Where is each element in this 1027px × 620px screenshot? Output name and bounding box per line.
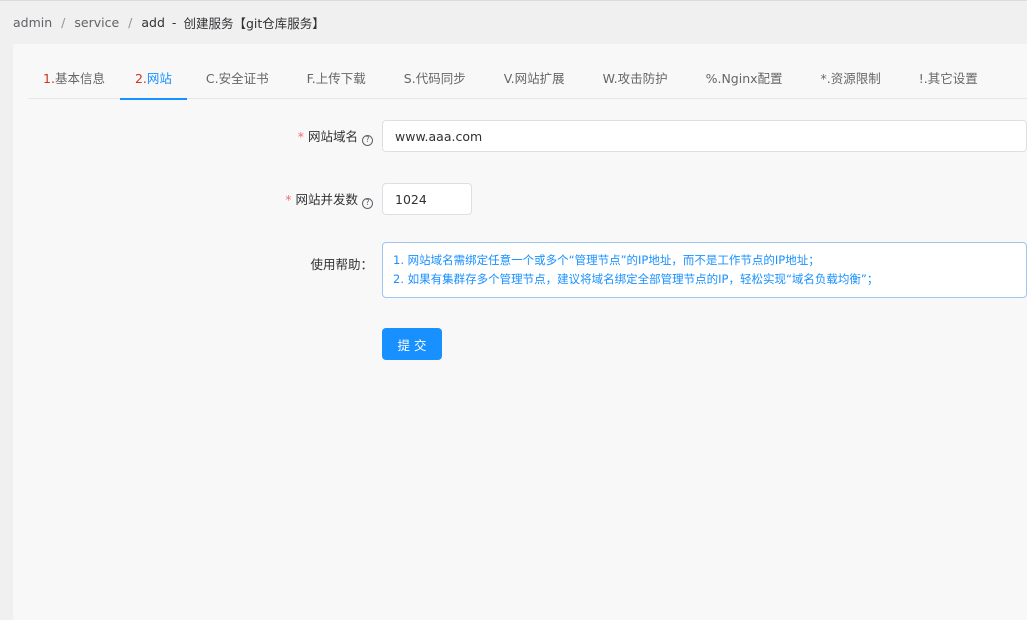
domain-label-text: 网站域名 — [307, 129, 358, 145]
tab-label: Nginx配置 — [721, 71, 783, 86]
concurrency-row: * 网站并发数? — [13, 183, 472, 215]
tab-website-extension[interactable]: V.网站扩展 — [485, 59, 584, 99]
domain-row: * 网站域名? — [13, 120, 1027, 152]
form-card: 1.基本信息 2.网站 C.安全证书 F.上传下载 S.代码同步 V.网站扩展 … — [13, 44, 1027, 620]
tab-website[interactable]: 2.网站 — [119, 59, 187, 100]
domain-label: * 网站域名? — [13, 126, 382, 146]
tab-label: 基本信息 — [54, 71, 105, 86]
tab-label: 安全证书 — [218, 71, 269, 86]
tab-upload-download[interactable]: F.上传下载 — [288, 59, 385, 99]
tab-label: 网站扩展 — [514, 71, 565, 86]
tab-label: 攻击防护 — [617, 71, 668, 86]
help-line: 2. 如果有集群存多个管理节点，建议将域名绑定全部管理节点的IP，轻松实现“域名… — [393, 272, 879, 286]
tab-label: 其它设置 — [927, 71, 978, 86]
help-line: 1. 网站域名需绑定任意一个或多个“管理节点”的IP地址，而不是工作节点的IP地… — [393, 253, 820, 267]
help-box: 1. 网站域名需绑定任意一个或多个“管理节点”的IP地址，而不是工作节点的IP地… — [382, 242, 1027, 298]
tab-resource-limit[interactable]: *.资源限制 — [802, 59, 900, 99]
breadcrumb-dash: - — [171, 15, 177, 30]
help-row: 使用帮助： 1. 网站域名需绑定任意一个或多个“管理节点”的IP地址，而不是工作… — [13, 242, 1027, 298]
breadcrumb: admin / service / add - 创建服务【git仓库服务】 — [0, 0, 1027, 44]
concurrency-label-text: 网站并发数 — [295, 192, 358, 208]
tab-number: W. — [602, 71, 618, 86]
domain-input[interactable] — [382, 120, 1027, 152]
tab-number: *. — [820, 71, 831, 86]
tab-code-sync[interactable]: S.代码同步 — [385, 59, 485, 99]
tab-number: C. — [205, 71, 219, 86]
concurrency-label: * 网站并发数? — [13, 189, 382, 209]
tab-bar: 1.基本信息 2.网站 C.安全证书 F.上传下载 S.代码同步 V.网站扩展 … — [28, 59, 1027, 100]
help-label: 使用帮助： — [310, 257, 373, 272]
submit-button[interactable]: 提交 — [382, 328, 442, 360]
tab-basic-info[interactable]: 1.基本信息 — [28, 59, 120, 99]
page-title: 创建服务【git仓库服务】 — [183, 16, 325, 31]
tab-label: 上传下载 — [315, 71, 366, 86]
breadcrumb-separator: / — [128, 15, 133, 30]
tab-label: 网站 — [146, 71, 172, 86]
tab-label: 资源限制 — [830, 71, 881, 86]
breadcrumb-add: add — [141, 15, 165, 30]
tab-number: %. — [705, 71, 722, 86]
concurrency-input[interactable] — [382, 183, 472, 215]
help-icon[interactable]: ? — [362, 197, 373, 209]
required-mark: * — [285, 192, 292, 208]
tab-number: S. — [403, 71, 416, 86]
tab-number: 2. — [134, 71, 147, 86]
breadcrumb-admin[interactable]: admin — [13, 15, 52, 30]
tab-nginx-config[interactable]: %.Nginx配置 — [687, 59, 802, 99]
required-mark: * — [297, 129, 304, 145]
tab-attack-protection[interactable]: W.攻击防护 — [584, 59, 687, 99]
tab-number: V. — [503, 71, 515, 86]
breadcrumb-service[interactable]: service — [74, 15, 119, 30]
tab-other-settings[interactable]: !.其它设置 — [900, 59, 997, 99]
tab-label: 代码同步 — [415, 71, 466, 86]
tab-ssl-cert[interactable]: C.安全证书 — [187, 59, 288, 99]
tab-number: !. — [918, 71, 928, 86]
tab-number: 1. — [43, 71, 55, 86]
breadcrumb-separator: / — [61, 15, 66, 30]
help-icon[interactable]: ? — [362, 134, 373, 146]
tab-number: F. — [306, 71, 316, 86]
